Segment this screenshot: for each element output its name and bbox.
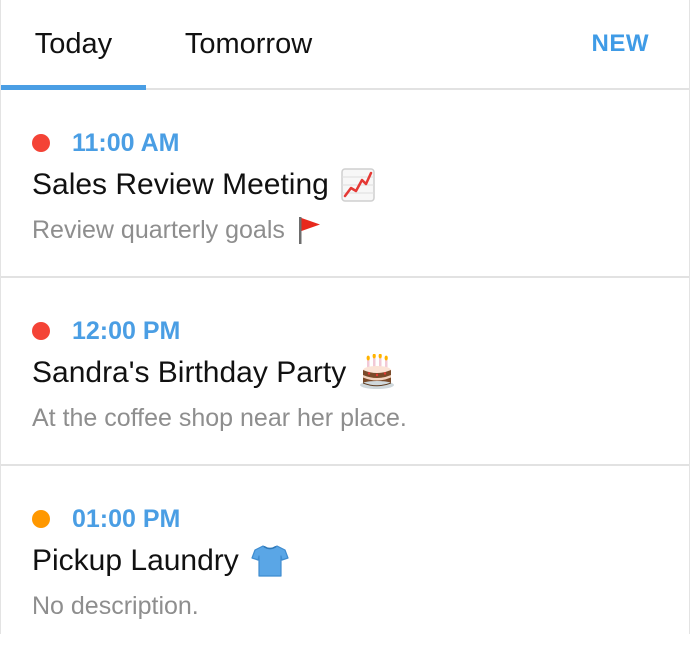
status-dot bbox=[32, 134, 50, 152]
status-dot bbox=[32, 510, 50, 528]
event-title-row: Pickup Laundry bbox=[32, 541, 289, 581]
tab-today-label: Today bbox=[34, 27, 113, 60]
birthday-cake-icon bbox=[358, 354, 396, 392]
event-title-row: Sales Review Meeting bbox=[32, 165, 375, 205]
event-description-row: At the coffee shop near her place. bbox=[32, 402, 407, 434]
event-description-row: No description. bbox=[32, 590, 199, 622]
event-title-row: Sandra's Birthday Party bbox=[32, 353, 396, 393]
triangular-flag-icon bbox=[295, 215, 323, 245]
chart-increasing-icon bbox=[341, 168, 375, 202]
list-item[interactable]: 11:00 AM Sales Review Meeting Review qua… bbox=[1, 90, 689, 278]
event-title: Pickup Laundry bbox=[32, 544, 239, 577]
event-title: Sales Review Meeting bbox=[32, 168, 329, 201]
new-event-button[interactable]: NEW bbox=[592, 0, 650, 88]
list-item[interactable]: 01:00 PM Pickup Laundry No description. bbox=[1, 466, 689, 654]
event-description: Review quarterly goals bbox=[32, 215, 285, 244]
tab-today[interactable]: Today bbox=[1, 0, 146, 88]
list-item[interactable]: 12:00 PM Sandra's Birthday Party At the … bbox=[1, 278, 689, 466]
event-list: 11:00 AM Sales Review Meeting Review qua… bbox=[1, 90, 689, 654]
t-shirt-icon bbox=[251, 544, 289, 578]
tab-tomorrow[interactable]: Tomorrow bbox=[161, 0, 336, 88]
event-time: 12:00 PM bbox=[72, 316, 181, 345]
event-description-row: Review quarterly goals bbox=[32, 214, 323, 246]
event-time: 11:00 AM bbox=[72, 128, 180, 157]
event-time-row: 11:00 AM bbox=[32, 128, 179, 158]
event-time-row: 12:00 PM bbox=[32, 316, 180, 346]
app-screen: Today Tomorrow NEW 11:00 AM Sales Review… bbox=[0, 0, 690, 634]
event-title: Sandra's Birthday Party bbox=[32, 356, 347, 389]
event-time-row: 01:00 PM bbox=[32, 504, 180, 534]
tab-bar: Today Tomorrow NEW bbox=[1, 0, 689, 90]
event-description: No description. bbox=[32, 591, 199, 620]
tab-tomorrow-label: Tomorrow bbox=[184, 27, 313, 60]
status-dot bbox=[32, 322, 50, 340]
event-time: 01:00 PM bbox=[72, 504, 181, 533]
event-description: At the coffee shop near her place. bbox=[32, 403, 407, 432]
